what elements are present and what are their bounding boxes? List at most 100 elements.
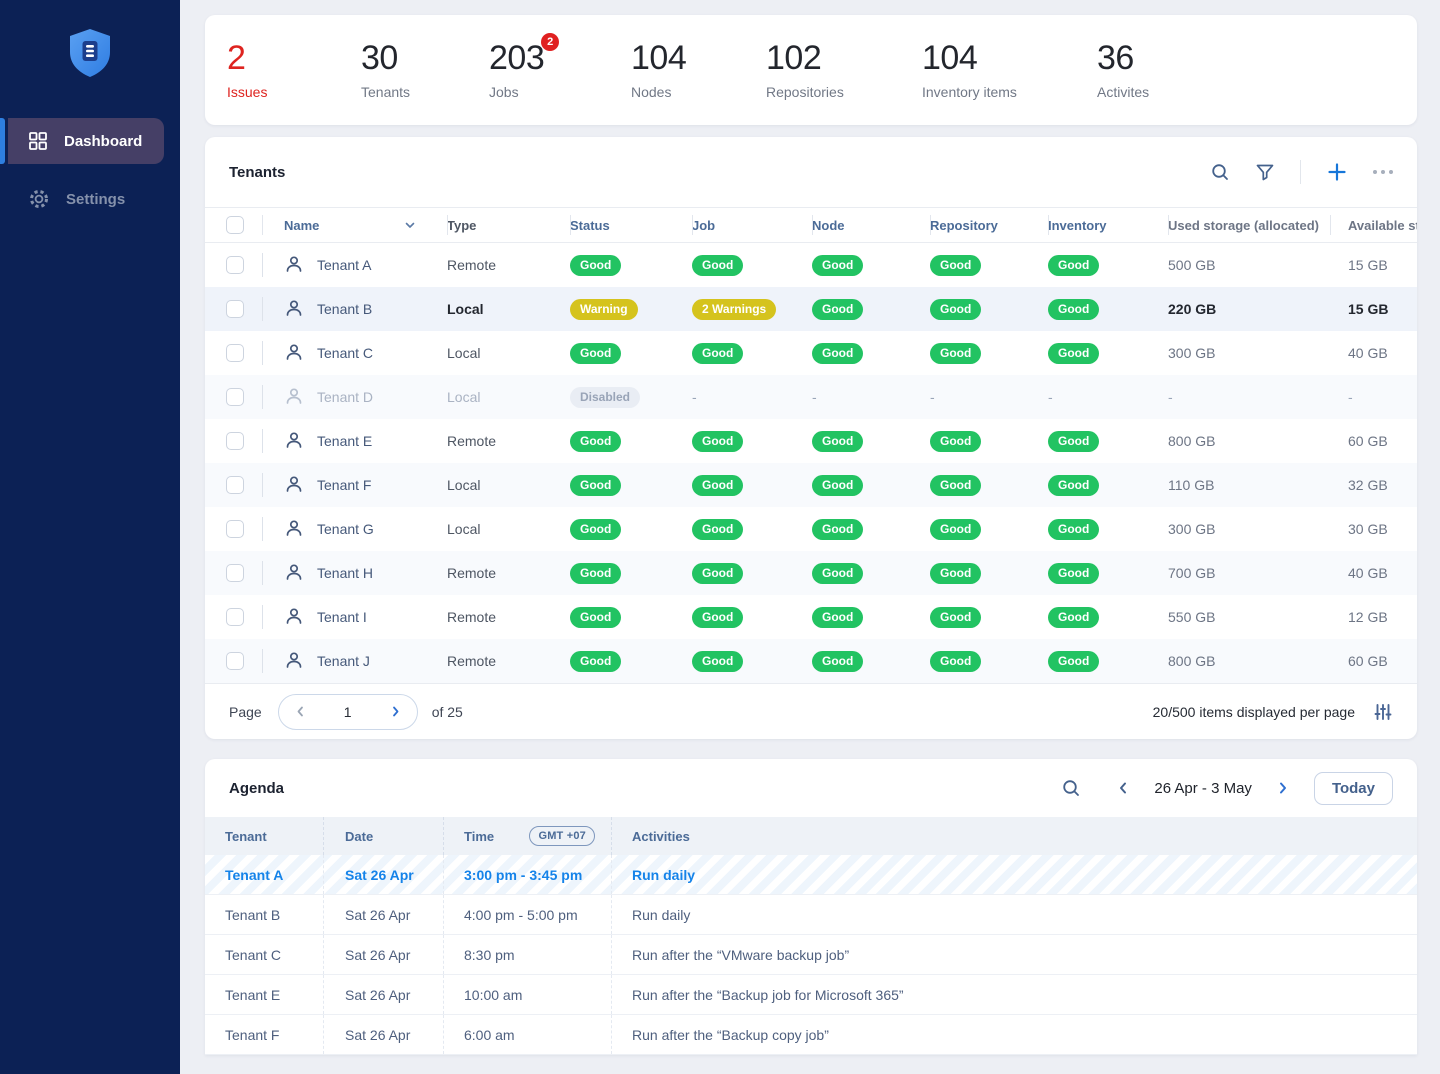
agenda-date: Sat 26 Apr xyxy=(324,895,444,934)
row-checkbox[interactable] xyxy=(226,432,244,450)
status-chip: Good xyxy=(570,343,621,364)
chevron-left-icon[interactable] xyxy=(1115,780,1131,796)
row-checkbox[interactable] xyxy=(226,476,244,494)
tenants-table-body: Tenant A Remote Good Good Good Good Good… xyxy=(205,243,1417,683)
job-chip: Good xyxy=(692,563,743,584)
stat-tile[interactable]: 104 Inventory items xyxy=(922,41,1097,100)
column-header-available-storage[interactable]: Available storage xyxy=(1330,208,1417,242)
agenda-table-body: Tenant A Sat 26 Apr 3:00 pm - 3:45 pm Ru… xyxy=(205,855,1417,1055)
used-storage-cell: 800 GB xyxy=(1168,419,1330,463)
status-chip: Good xyxy=(570,651,621,672)
agenda-date: Sat 26 Apr xyxy=(324,935,444,974)
agenda-row[interactable]: Tenant A Sat 26 Apr 3:00 pm - 3:45 pm Ru… xyxy=(205,855,1417,895)
inventory-cell: - xyxy=(1048,375,1168,419)
repository-cell: Good xyxy=(930,463,1048,507)
agenda-row[interactable]: Tenant F Sat 26 Apr 6:00 am Run after th… xyxy=(205,1015,1417,1055)
search-icon[interactable] xyxy=(1061,778,1081,798)
inventory-cell: Good xyxy=(1048,243,1168,287)
stat-label: Issues xyxy=(227,84,361,100)
stat-value: 104 xyxy=(922,39,977,77)
chevron-down-icon[interactable] xyxy=(403,218,417,232)
tenant-row: Tenant H Remote Good Good Good Good Good… xyxy=(205,551,1417,595)
stat-tile[interactable]: 203 2 Jobs xyxy=(489,41,631,100)
stat-tile[interactable]: 2 Issues xyxy=(227,41,361,100)
available-storage-cell: 40 GB xyxy=(1330,331,1417,375)
tenant-name-link[interactable]: Tenant F xyxy=(317,477,371,493)
current-page-input[interactable]: 1 xyxy=(344,704,352,720)
node-chip: Good xyxy=(812,563,863,584)
column-header-status[interactable]: Status xyxy=(570,208,692,242)
tenants-card: Tenants xyxy=(205,137,1417,739)
chevron-left-icon[interactable] xyxy=(293,704,308,719)
chevron-right-icon[interactable] xyxy=(1275,780,1291,796)
column-header-name[interactable]: Name xyxy=(262,208,447,242)
status-cell: Good xyxy=(570,639,692,683)
today-button[interactable]: Today xyxy=(1314,772,1393,805)
search-icon[interactable] xyxy=(1210,162,1230,182)
tenant-name-link[interactable]: Tenant I xyxy=(317,609,367,625)
row-checkbox[interactable] xyxy=(226,564,244,582)
tenant-row: Tenant A Remote Good Good Good Good Good… xyxy=(205,243,1417,287)
sidebar-item-label: Dashboard xyxy=(64,133,142,150)
filter-icon[interactable] xyxy=(1255,162,1275,182)
row-checkbox[interactable] xyxy=(226,608,244,626)
agenda-row[interactable]: Tenant E Sat 26 Apr 10:00 am Run after t… xyxy=(205,975,1417,1015)
repository-cell: Good xyxy=(930,419,1048,463)
repository-cell: Good xyxy=(930,287,1048,331)
repository-cell: Good xyxy=(930,243,1048,287)
sidebar-item-dashboard[interactable]: Dashboard xyxy=(8,118,164,164)
tenant-name-link[interactable]: Tenant C xyxy=(317,345,373,361)
sliders-icon[interactable] xyxy=(1373,702,1393,722)
node-chip: Good xyxy=(812,519,863,540)
grid-icon xyxy=(28,131,48,151)
stat-tile[interactable]: 30 Tenants xyxy=(361,41,489,100)
tenant-name-link[interactable]: Tenant B xyxy=(317,301,372,317)
select-all-checkbox[interactable] xyxy=(226,216,244,234)
node-cell: Good xyxy=(812,551,930,595)
row-checkbox[interactable] xyxy=(226,520,244,538)
tenant-type: Remote xyxy=(447,551,570,595)
stat-tile[interactable]: 102 Repositories xyxy=(766,41,922,100)
stat-tile[interactable]: 36 Activites xyxy=(1097,41,1149,100)
column-label: Name xyxy=(284,218,319,233)
tenant-name-link[interactable]: Tenant J xyxy=(317,653,370,669)
tenant-name-link[interactable]: Tenant G xyxy=(317,521,374,537)
stat-value: 2 xyxy=(227,39,245,77)
chevron-right-icon[interactable] xyxy=(388,704,403,719)
agenda-row[interactable]: Tenant B Sat 26 Apr 4:00 pm - 5:00 pm Ru… xyxy=(205,895,1417,935)
row-checkbox[interactable] xyxy=(226,300,244,318)
agenda-time: 4:00 pm - 5:00 pm xyxy=(444,895,612,934)
row-checkbox[interactable] xyxy=(226,256,244,274)
agenda-activity: Run daily xyxy=(612,855,1417,894)
status-cell: Good xyxy=(570,595,692,639)
row-checkbox[interactable] xyxy=(226,344,244,362)
tenant-name-link[interactable]: Tenant E xyxy=(317,433,372,449)
agenda-column-activities: Activities xyxy=(612,817,1417,855)
agenda-time: 8:30 pm xyxy=(444,935,612,974)
user-icon xyxy=(284,606,304,629)
shield-logo xyxy=(0,0,180,78)
column-header-used-storage[interactable]: Used storage (allocated) xyxy=(1168,208,1330,242)
node-chip: Good xyxy=(812,475,863,496)
column-header-inventory[interactable]: Inventory xyxy=(1048,208,1168,242)
more-actions-icon[interactable] xyxy=(1373,170,1393,174)
column-header-type[interactable]: Type xyxy=(447,208,570,242)
tenant-name-link[interactable]: Tenant H xyxy=(317,565,373,581)
agenda-time: 10:00 am xyxy=(444,975,612,1014)
agenda-row[interactable]: Tenant C Sat 26 Apr 8:30 pm Run after th… xyxy=(205,935,1417,975)
row-checkbox[interactable] xyxy=(226,652,244,670)
column-header-repository[interactable]: Repository xyxy=(930,208,1048,242)
row-checkbox[interactable] xyxy=(226,388,244,406)
timezone-badge: GMT +07 xyxy=(529,826,595,846)
column-header-node[interactable]: Node xyxy=(812,208,930,242)
add-icon[interactable] xyxy=(1326,161,1348,183)
inventory-chip: Good xyxy=(1048,431,1099,452)
sidebar-item-settings[interactable]: Settings xyxy=(8,176,164,222)
column-header-job[interactable]: Job xyxy=(692,208,812,242)
tenant-name-link[interactable]: Tenant D xyxy=(317,389,373,405)
tenant-type: Local xyxy=(447,463,570,507)
used-storage-cell: 500 GB xyxy=(1168,243,1330,287)
stat-tile[interactable]: 104 Nodes xyxy=(631,41,766,100)
tenant-name-link[interactable]: Tenant A xyxy=(317,257,372,273)
repository-cell: Good xyxy=(930,551,1048,595)
